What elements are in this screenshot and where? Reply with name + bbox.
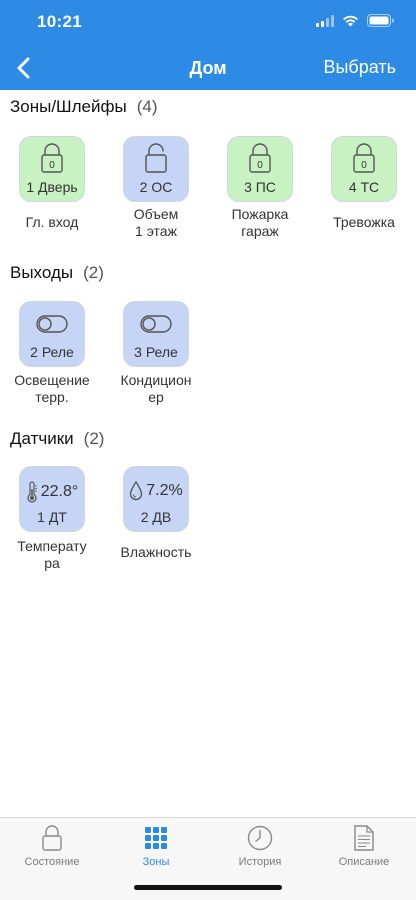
- output-tile-1[interactable]: 2 Реле: [19, 301, 85, 367]
- zone-2-caption: Объем 1 этаж: [133, 206, 179, 239]
- tab-description[interactable]: Описание: [312, 824, 416, 868]
- output-1-label: 2 Реле: [30, 344, 74, 360]
- zone-4-label: 4 ТС: [348, 179, 380, 195]
- output-1-caption: Освещение терр.: [14, 372, 90, 405]
- home-indicator[interactable]: [134, 885, 282, 890]
- grid-icon: [145, 827, 167, 849]
- zone-tile-4[interactable]: 0 4 ТС: [331, 136, 397, 202]
- status-bar: 10:21: [0, 0, 416, 46]
- tab-state[interactable]: Состояние: [0, 824, 104, 868]
- zone-1-caption: Гл. вход: [25, 214, 79, 230]
- lock-closed-icon: 0: [353, 143, 375, 173]
- tab-history[interactable]: История: [208, 824, 312, 868]
- sensors-title: Датчики: [10, 429, 74, 448]
- output-tile-2[interactable]: 3 Реле: [123, 301, 189, 367]
- tab-state-label: Состояние: [24, 856, 80, 868]
- lock-icon: [42, 825, 62, 851]
- signal-icon: [316, 14, 334, 27]
- sensor-1-value: 22.8°: [40, 483, 79, 500]
- sensor-tile-1[interactable]: 22.8° 1 ДТ: [19, 466, 85, 532]
- lock-closed-icon: 0: [41, 143, 63, 173]
- zones-count: (4): [136, 97, 158, 116]
- document-icon: [354, 825, 374, 851]
- zone-3-label: 3 ПС: [244, 179, 276, 195]
- system-icons: [316, 14, 394, 27]
- lock-closed-icon: 0: [249, 143, 271, 173]
- toggle-off-icon: [140, 315, 172, 333]
- zone-tile-2[interactable]: 2 ОС: [123, 136, 189, 202]
- sensors-header: Датчики (2): [10, 429, 104, 449]
- toggle-off-icon: [36, 315, 68, 333]
- select-button[interactable]: Выбрать: [323, 57, 396, 78]
- zone-3-num: 0: [257, 160, 263, 171]
- droplet-icon: [130, 481, 143, 501]
- output-2-label: 3 Реле: [134, 344, 178, 360]
- zone-4-caption: Тревожка: [333, 214, 395, 230]
- zone-1-num: 0: [49, 160, 55, 171]
- outputs-count: (2): [83, 263, 104, 282]
- sensor-1-label: 1 ДТ: [37, 509, 67, 525]
- lock-open-icon: [145, 143, 167, 173]
- outputs-header: Выходы (2): [10, 263, 104, 283]
- status-time: 10:21: [37, 12, 82, 31]
- thermometer-icon: [27, 481, 37, 503]
- zone-tile-3[interactable]: 0 3 ПС: [227, 136, 293, 202]
- outputs-title: Выходы: [10, 263, 74, 282]
- tab-zones[interactable]: Зоны: [104, 824, 208, 868]
- sensor-tile-2[interactable]: 7.2% 2 ДВ: [123, 466, 189, 532]
- zone-tile-1[interactable]: 0 1 Дверь: [19, 136, 85, 202]
- zone-4-num: 0: [361, 160, 367, 171]
- sensor-2-caption: Влажность: [120, 544, 192, 560]
- nav-bar: Дом Выбрать: [0, 46, 416, 90]
- zones-title: Зоны/Шлейфы: [10, 97, 127, 116]
- tab-description-label: Описание: [338, 856, 390, 868]
- zone-3-caption: Пожарка гараж: [231, 206, 289, 239]
- zones-header: Зоны/Шлейфы (4): [10, 97, 158, 117]
- zone-2-label: 2 ОС: [139, 179, 173, 195]
- battery-icon: [367, 14, 394, 27]
- wifi-icon: [343, 15, 358, 26]
- sensor-2-value: 7.2%: [146, 482, 183, 499]
- clock-icon: [247, 825, 273, 851]
- output-2-caption: Кондицион ер: [120, 372, 192, 405]
- tab-history-label: История: [238, 856, 282, 868]
- sensor-2-label: 2 ДВ: [140, 509, 172, 525]
- zone-1-label: 1 Дверь: [26, 179, 78, 195]
- tab-zones-label: Зоны: [142, 856, 170, 868]
- sensors-count: (2): [83, 429, 105, 448]
- sensor-1-caption: Температу ра: [17, 538, 87, 571]
